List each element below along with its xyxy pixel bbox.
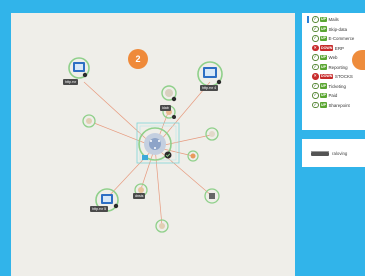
service-item[interactable]: ✓ UP E-Commerce bbox=[312, 35, 354, 43]
service-name: Paid bbox=[328, 93, 338, 98]
service-item[interactable]: ✓ UP Paid bbox=[312, 92, 337, 100]
map-label-right: http.rvr 4 bbox=[200, 85, 219, 91]
close-icon: × bbox=[312, 73, 319, 80]
node-right[interactable] bbox=[205, 127, 219, 141]
hub-attached-icon bbox=[142, 155, 148, 160]
node-top-center[interactable] bbox=[161, 85, 177, 102]
panel-toggle-tab[interactable] bbox=[352, 50, 365, 70]
status-badge: DOWN bbox=[320, 45, 334, 51]
server-node-left[interactable] bbox=[68, 57, 90, 79]
node-right-orange[interactable] bbox=[187, 150, 199, 162]
device-name: raloving bbox=[332, 150, 348, 156]
status-check-icon bbox=[113, 203, 119, 209]
check-icon: ✓ bbox=[312, 92, 319, 99]
link-left-server bbox=[83, 81, 156, 148]
hub-status-check-icon bbox=[164, 151, 172, 159]
status-badge: UP bbox=[320, 54, 327, 61]
service-name: E-Commerce bbox=[328, 36, 355, 41]
link-bottom-left-server bbox=[107, 146, 156, 198]
check-icon: ✓ bbox=[312, 82, 319, 90]
status-check-icon bbox=[82, 72, 88, 78]
link-bottom-right bbox=[154, 146, 213, 197]
status-badge: UP bbox=[320, 26, 327, 32]
service-name: Reporting bbox=[328, 64, 348, 70]
service-item[interactable]: ✓ UP Reporting bbox=[312, 63, 348, 71]
switch-device-icon bbox=[311, 150, 329, 156]
service-name: STOCKS bbox=[334, 74, 353, 79]
service-item[interactable]: ✓ UP Mails bbox=[312, 16, 339, 24]
panel-accent-bar bbox=[307, 16, 309, 23]
check-icon: ✓ bbox=[312, 63, 319, 71]
service-item[interactable]: ✓ UP Sharepoint bbox=[312, 101, 350, 109]
status-badge: UP bbox=[320, 83, 327, 89]
check-icon: ✓ bbox=[312, 54, 319, 61]
map-label-top-center: ldab bbox=[160, 105, 171, 111]
status-badge: UP bbox=[320, 64, 327, 70]
status-badge: UP bbox=[320, 16, 327, 23]
check-icon: ✓ bbox=[312, 101, 319, 109]
service-name: ERP bbox=[334, 45, 344, 51]
topology-graph[interactable] bbox=[11, 13, 295, 276]
status-badge: UP bbox=[320, 102, 327, 108]
check-icon: ✓ bbox=[312, 35, 319, 42]
status-check-icon bbox=[171, 96, 177, 102]
check-icon: ✓ bbox=[312, 25, 319, 33]
status-badge: UP bbox=[320, 35, 327, 42]
service-name: Skip-data bbox=[328, 26, 348, 32]
node-left[interactable] bbox=[82, 114, 96, 128]
topology-map[interactable]: 2 http.rvr http.rvr 4 ldab http.rvr 5 dn… bbox=[11, 13, 295, 276]
service-name: Sharepoint bbox=[328, 102, 350, 108]
service-name: Mails bbox=[328, 17, 339, 22]
check-icon: ✓ bbox=[312, 16, 319, 23]
status-check-icon bbox=[172, 115, 176, 119]
service-item[interactable]: × DOWN ERP bbox=[312, 44, 344, 52]
hub-node[interactable] bbox=[138, 127, 172, 161]
close-icon: × bbox=[312, 44, 319, 52]
status-check-icon bbox=[216, 79, 222, 85]
service-item[interactable]: × DOWN STOCKS bbox=[312, 73, 353, 81]
node-bottom-right[interactable] bbox=[204, 188, 220, 204]
map-label-bottom-center: dnsis bbox=[133, 193, 146, 199]
service-name: Web bbox=[328, 55, 338, 60]
service-name: Ticketing bbox=[328, 83, 346, 89]
service-item[interactable]: ✓ UP Web bbox=[312, 54, 337, 62]
cluster-count-badge[interactable]: 2 bbox=[128, 49, 148, 69]
status-badge: DOWN bbox=[320, 73, 334, 80]
map-label-left: http.rvr bbox=[63, 79, 79, 85]
node-bottom[interactable] bbox=[155, 219, 169, 233]
map-label-bottom-left: http.rvr 5 bbox=[90, 206, 109, 212]
service-item[interactable]: ✓ UP Ticketing bbox=[312, 82, 346, 90]
status-badge: UP bbox=[320, 92, 327, 99]
service-item[interactable]: ✓ UP Skip-data bbox=[312, 25, 347, 33]
